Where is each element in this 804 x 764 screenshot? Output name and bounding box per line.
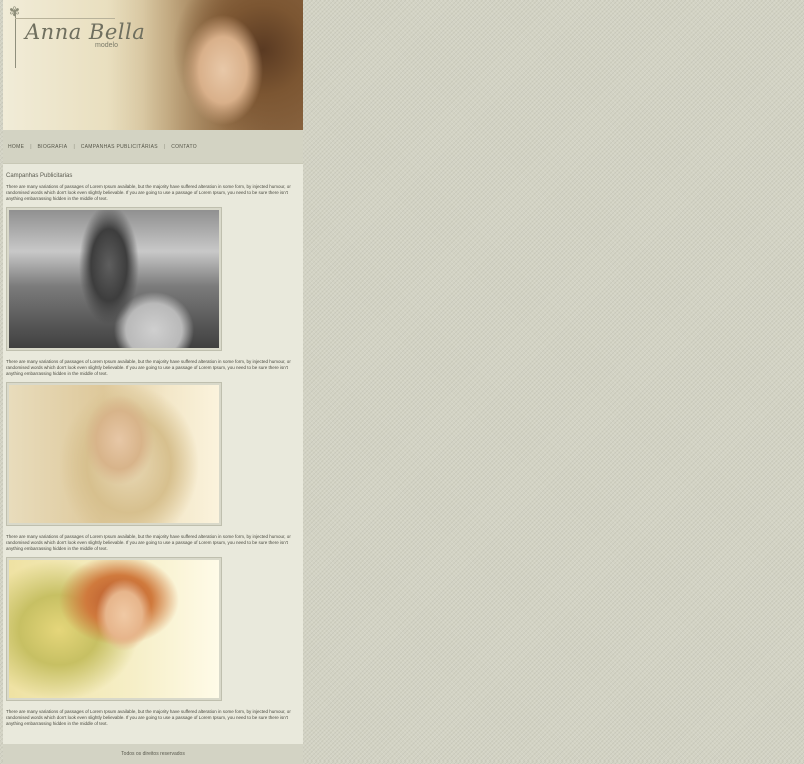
- logo-subtitle: modelo: [95, 42, 118, 49]
- campaign-photo-frame[interactable]: [6, 557, 222, 701]
- nav-separator: |: [30, 143, 32, 150]
- campaign-photo-blonde[interactable]: [9, 385, 219, 523]
- nav-item-home[interactable]: HOME: [8, 144, 24, 150]
- nav-separator: |: [73, 143, 75, 150]
- campaign-description: There are many variations of passages of…: [6, 184, 291, 201]
- header-banner: ✾ Anna Bella modelo: [3, 0, 303, 130]
- main-nav: HOME | BIOGRAFIA | CAMPANHAS PUBLICITÁRI…: [3, 130, 303, 164]
- nav-item-contato[interactable]: CONTATO: [171, 144, 197, 150]
- campaign-photo-redhead[interactable]: [9, 560, 219, 698]
- footer: Todos os direitos reservados: [3, 744, 303, 764]
- campaign-description: There are many variations of passages of…: [6, 534, 291, 551]
- campaign-photo-frame[interactable]: [6, 207, 222, 351]
- model-portrait-image: [143, 0, 303, 130]
- logo-name: Anna Bella: [25, 20, 146, 44]
- campaign-photo-bw[interactable]: [9, 210, 219, 348]
- nav-item-campanhas[interactable]: CAMPANHAS PUBLICITÁRIAS: [81, 144, 158, 150]
- section-title: Campanhas Publicitarias: [6, 173, 73, 179]
- nav-item-biografia[interactable]: BIOGRAFIA: [38, 144, 68, 150]
- campaign-description: There are many variations of passages of…: [6, 709, 291, 726]
- logo-divider: [15, 18, 115, 19]
- campaign-photo-frame[interactable]: [6, 382, 222, 526]
- nav-separator: |: [163, 143, 166, 150]
- page-container: ✾ Anna Bella modelo HOME | BIOGRAFIA | C…: [3, 0, 303, 764]
- main-content: Campanhas Publicitarias There are many v…: [3, 164, 303, 744]
- campaign-description: There are many variations of passages of…: [6, 359, 291, 376]
- footer-copyright: Todos os direitos reservados: [121, 751, 185, 757]
